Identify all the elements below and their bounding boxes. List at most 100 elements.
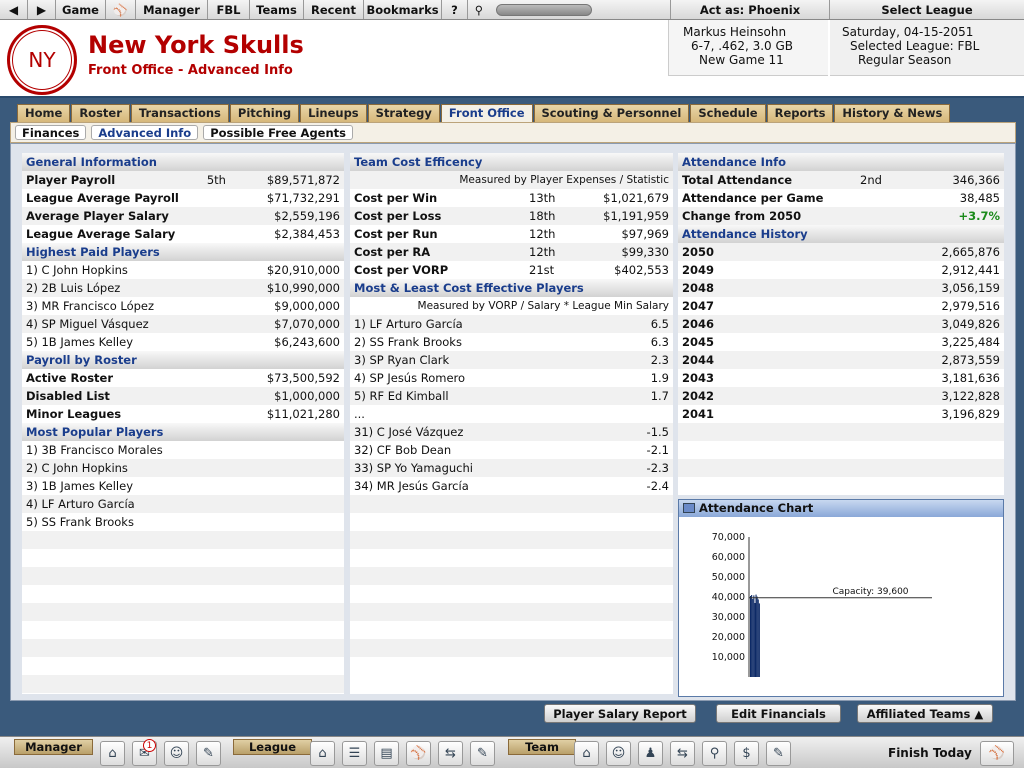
list-item[interactable]: 33) SP Yo Yamaguchi -2.3 bbox=[350, 459, 673, 477]
list-item[interactable]: 3) SP Ryan Clark 2.3 bbox=[350, 351, 673, 369]
player-link[interactable]: 2) C John Hopkins bbox=[26, 461, 340, 475]
list-item[interactable]: 2) C John Hopkins bbox=[22, 459, 344, 477]
team-tools-icon[interactable]: ✎ bbox=[766, 741, 791, 766]
list-item[interactable]: 1) C John Hopkins $20,910,000 bbox=[22, 261, 344, 279]
finish-today-button[interactable]: Finish Today bbox=[888, 746, 972, 760]
player-link[interactable]: 5) SS Frank Brooks bbox=[26, 515, 340, 529]
tab-roster[interactable]: Roster bbox=[71, 104, 130, 122]
menu-fbl[interactable]: FBL bbox=[208, 0, 250, 19]
manager-profile-icon[interactable]: ☺ bbox=[164, 741, 189, 766]
act-as-selector[interactable]: Act as: Phoenix bbox=[670, 0, 830, 19]
list-item[interactable]: 5) 1B James Kelley $6,243,600 bbox=[22, 333, 344, 351]
manager-home-icon[interactable]: ⌂ bbox=[100, 741, 125, 766]
player-link[interactable]: 5) 1B James Kelley bbox=[26, 335, 274, 349]
player-link[interactable]: 1) C John Hopkins bbox=[26, 263, 267, 277]
list-item[interactable]: 2) 2B Luis López $10,990,000 bbox=[22, 279, 344, 297]
list-item[interactable]: 1) 3B Francisco Morales bbox=[22, 441, 344, 459]
player-link[interactable]: 34) MR Jesús García bbox=[354, 479, 647, 493]
select-league-button[interactable]: Select League bbox=[830, 0, 1024, 19]
list-item[interactable]: 32) CF Bob Dean -2.1 bbox=[350, 441, 673, 459]
menu-help[interactable]: ? bbox=[442, 0, 468, 19]
empty-row bbox=[350, 585, 673, 603]
row-value: 3,122,828 bbox=[941, 389, 1000, 403]
team-finances-icon[interactable]: $ bbox=[734, 741, 759, 766]
list-item[interactable]: 4) SP Jesús Romero 1.9 bbox=[350, 369, 673, 387]
tab-schedule[interactable]: Schedule bbox=[690, 104, 766, 122]
tab-front-office[interactable]: Front Office bbox=[440, 104, 533, 122]
player-link[interactable]: 1) 3B Francisco Morales bbox=[26, 443, 340, 457]
list-item[interactable]: 4) SP Miguel Vásquez $7,070,000 bbox=[22, 315, 344, 333]
list-item[interactable]: 2) SS Frank Brooks 6.3 bbox=[350, 333, 673, 351]
back-arrow-icon[interactable]: ◀ bbox=[0, 0, 28, 19]
manager-tools-icon[interactable]: ✎ bbox=[196, 741, 221, 766]
subtab-advanced-info[interactable]: Advanced Info bbox=[91, 125, 199, 140]
tab-reports[interactable]: Reports bbox=[766, 104, 834, 122]
affiliated-teams-button[interactable]: Affiliated Teams ▲ bbox=[857, 704, 993, 723]
player-link[interactable]: 4) LF Arturo García bbox=[26, 497, 340, 511]
menu-game[interactable]: Game bbox=[56, 0, 106, 19]
league-news-icon[interactable]: ▤ bbox=[374, 741, 399, 766]
finish-baseball-icon[interactable]: ⚾ bbox=[980, 741, 1014, 766]
player-link[interactable]: 2) SS Frank Brooks bbox=[354, 335, 651, 349]
player-link[interactable]: 3) 1B James Kelley bbox=[26, 479, 340, 493]
player-link[interactable]: 32) CF Bob Dean bbox=[354, 443, 647, 457]
league-baseball-icon[interactable]: ⚾ bbox=[406, 741, 431, 766]
menu-recent[interactable]: Recent bbox=[304, 0, 364, 19]
team-lineup-icon[interactable]: ♟ bbox=[638, 741, 663, 766]
forward-arrow-icon[interactable]: ▶ bbox=[28, 0, 56, 19]
player-link[interactable]: 2) 2B Luis López bbox=[26, 281, 267, 295]
tab-lineups[interactable]: Lineups bbox=[300, 104, 367, 122]
menu-teams[interactable]: Teams bbox=[250, 0, 304, 19]
list-item[interactable]: 5) SS Frank Brooks bbox=[22, 513, 344, 531]
tab-strategy[interactable]: Strategy bbox=[367, 104, 440, 122]
league-home-icon[interactable]: ⌂ bbox=[310, 741, 335, 766]
mail-icon[interactable]: ✉ 1 bbox=[132, 739, 157, 766]
league-standings-icon[interactable]: ☰ bbox=[342, 741, 367, 766]
team-home-icon[interactable]: ⌂ bbox=[574, 741, 599, 766]
player-salary-report-button[interactable]: Player Salary Report bbox=[544, 704, 696, 723]
tab-transactions[interactable]: Transactions bbox=[130, 104, 229, 122]
team-scouting-icon[interactable]: ⚲ bbox=[702, 741, 727, 766]
list-item: Change from 2050 +3.7% bbox=[678, 207, 1004, 225]
tab-history-news[interactable]: History & News bbox=[834, 104, 951, 122]
player-link[interactable]: 5) RF Ed Kimball bbox=[354, 389, 651, 403]
player-link[interactable]: 1) LF Arturo García bbox=[354, 317, 651, 331]
player-link[interactable]: 33) SP Yo Yamaguchi bbox=[354, 461, 647, 475]
year-label: 2049 bbox=[682, 263, 715, 277]
baseball-icon[interactable]: ⚾ bbox=[106, 0, 136, 19]
header-divider bbox=[0, 96, 1024, 98]
attendance-chart: 10,000 20,000 30,000 40,000 50,000 60,000 70,0… bbox=[712, 532, 932, 677]
list-item[interactable]: 1) LF Arturo García 6.5 bbox=[350, 315, 673, 333]
player-link[interactable]: 4) SP Jesús Romero bbox=[354, 371, 651, 385]
page-title: Front Office - Advanced Info bbox=[88, 63, 293, 78]
subtab-possible-free-agents[interactable]: Possible Free Agents bbox=[203, 125, 354, 140]
list-item[interactable]: 31) C José Vázquez -1.5 bbox=[350, 423, 673, 441]
zoom-slider[interactable] bbox=[496, 3, 592, 16]
player-link[interactable]: 3) MR Francisco López bbox=[26, 299, 274, 313]
player-link[interactable]: 4) SP Miguel Vásquez bbox=[26, 317, 274, 331]
list-item[interactable]: 3) 1B James Kelley bbox=[22, 477, 344, 495]
list-item[interactable]: 3) MR Francisco López $9,000,000 bbox=[22, 297, 344, 315]
league-transactions-icon[interactable]: ⇆ bbox=[438, 741, 463, 766]
menu-manager[interactable]: Manager bbox=[136, 0, 208, 19]
empty-row bbox=[350, 657, 673, 675]
league-tools-icon[interactable]: ✎ bbox=[470, 741, 495, 766]
search-icon[interactable]: ⚲ bbox=[468, 0, 490, 19]
team-roster-icon[interactable]: ☺ bbox=[606, 741, 631, 766]
tab-pitching[interactable]: Pitching bbox=[229, 104, 300, 122]
row-value: $97,969 bbox=[621, 227, 669, 241]
tab-scouting-personnel[interactable]: Scouting & Personnel bbox=[533, 104, 690, 122]
edit-financials-button[interactable]: Edit Financials bbox=[716, 704, 841, 723]
list-item[interactable]: 34) MR Jesús García -2.4 bbox=[350, 477, 673, 495]
tab-home[interactable]: Home bbox=[17, 104, 71, 122]
player-link[interactable]: 3) SP Ryan Clark bbox=[354, 353, 651, 367]
player-link[interactable]: 31) C José Vázquez bbox=[354, 425, 647, 439]
subtab-finances[interactable]: Finances bbox=[15, 125, 87, 140]
team-transactions-icon[interactable]: ⇆ bbox=[670, 741, 695, 766]
row-label: Disabled List bbox=[26, 389, 110, 403]
empty-row bbox=[350, 621, 673, 639]
list-item[interactable]: 4) LF Arturo García bbox=[22, 495, 344, 513]
list-item[interactable]: 5) RF Ed Kimball 1.7 bbox=[350, 387, 673, 405]
menu-bookmarks[interactable]: Bookmarks bbox=[364, 0, 442, 19]
team-name: New York Skulls bbox=[88, 31, 304, 59]
